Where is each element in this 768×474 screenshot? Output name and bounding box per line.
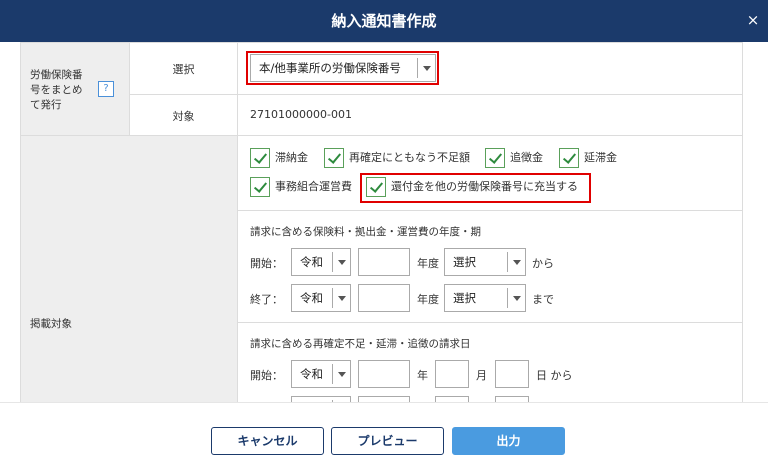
- output-button[interactable]: 出力: [452, 427, 565, 455]
- select-label: 選択: [172, 63, 195, 76]
- period-end-label: 終了：: [250, 293, 283, 306]
- checkbox-arrears-label: 滞納金: [275, 151, 308, 164]
- period-section-title: 請求に含める保険料・拠出金・運営費の年度・期: [250, 226, 481, 238]
- checkmark-icon: [559, 148, 579, 168]
- date-start-day-input[interactable]: [495, 360, 529, 388]
- period-start-term-value: 選択: [453, 255, 476, 269]
- group-bulk-issue-label-line1: 労働保険番: [30, 69, 83, 81]
- content-checkbox-cell: 滞納金 再確定にともなう不足額 追徴金 延滞金 事務組合運営費 還付金を他の労働…: [237, 135, 743, 211]
- checkbox-additional-collection-label: 追徴金: [510, 151, 543, 164]
- date-start-day-suffix: 日 から: [536, 369, 573, 382]
- period-end-term-dropdown[interactable]: 選択: [444, 284, 526, 312]
- checkmark-icon: [250, 148, 270, 168]
- group-bulk-issue-label-line2: 号をまとめ: [30, 84, 83, 96]
- period-end-term-value: 選択: [453, 291, 476, 305]
- date-start-month-input[interactable]: [435, 360, 469, 388]
- period-end-year-input[interactable]: [358, 284, 410, 312]
- chevron-down-icon: [332, 288, 350, 308]
- group-bulk-issue-label-cell: 労働保険番 号をまとめ て発行 ?: [20, 42, 130, 136]
- date-section-title: 請求に含める再確定不足・延滞・追徴の請求日: [250, 338, 471, 350]
- period-section-cell: 請求に含める保険料・拠出金・運営費の年度・期 開始： 令和 年度 選択 から 終…: [237, 210, 743, 323]
- checkmark-icon: [250, 177, 270, 197]
- period-end-suffix: まで: [532, 293, 554, 306]
- help-icon[interactable]: ?: [98, 81, 114, 97]
- date-start-label: 開始：: [250, 369, 283, 382]
- group-bulk-issue-label-line3: て発行: [30, 99, 62, 111]
- date-start-year-input[interactable]: [358, 360, 410, 388]
- date-start-month-unit: 月: [476, 369, 487, 382]
- dialog-footer: キャンセル プレビュー 出力: [0, 402, 768, 474]
- checkbox-association-fee-label: 事務組合運営費: [275, 180, 352, 193]
- date-start-year-unit: 年: [417, 369, 428, 382]
- dialog-body: 労働保険番 号をまとめ て発行 ? 選択 本/他事業所の労働保険番号 対象 27…: [0, 42, 768, 402]
- chevron-down-icon: [332, 364, 350, 384]
- target-label: 対象: [172, 110, 195, 123]
- period-start-era-value: 令和: [300, 255, 323, 269]
- target-value-cell: 27101000000-001: [237, 94, 743, 136]
- chevron-down-icon: [332, 252, 350, 272]
- chevron-down-icon: [507, 288, 525, 308]
- period-start-year-unit: 年度: [417, 257, 439, 270]
- form-table: 労働保険番 号をまとめ て発行 ? 選択 本/他事業所の労働保険番号 対象 27…: [20, 42, 743, 402]
- group-content-label-cell: 掲載対象: [20, 135, 238, 402]
- period-start-suffix: から: [532, 257, 554, 270]
- highlight-box-refund: [360, 173, 591, 203]
- group-content-label: 掲載対象: [30, 318, 72, 330]
- period-start-term-dropdown[interactable]: 選択: [444, 248, 526, 276]
- checkbox-late-fee-label: 延滞金: [584, 151, 617, 164]
- period-end-year-unit: 年度: [417, 293, 439, 306]
- preview-button[interactable]: プレビュー: [331, 427, 444, 455]
- checkbox-reconfirm-shortage-label: 再確定にともなう不足額: [349, 151, 470, 164]
- select-value-cell: 本/他事業所の労働保険番号: [237, 42, 743, 95]
- select-label-cell: 選択: [129, 42, 238, 95]
- dialog-header: 納入通知書作成 ×: [0, 0, 768, 42]
- date-start-era-dropdown[interactable]: 令和: [291, 360, 351, 388]
- period-start-label: 開始：: [250, 257, 283, 270]
- dialog-title: 納入通知書作成: [331, 12, 437, 30]
- target-value: 27101000000-001: [250, 108, 352, 121]
- period-start-year-input[interactable]: [358, 248, 410, 276]
- date-section-cell: 請求に含める再確定不足・延滞・追徴の請求日 開始： 令和 年 月 日 から: [237, 322, 743, 402]
- close-icon[interactable]: ×: [744, 11, 762, 29]
- cancel-button[interactable]: キャンセル: [211, 427, 324, 455]
- period-start-era-dropdown[interactable]: 令和: [291, 248, 351, 276]
- date-start-era-value: 令和: [300, 367, 323, 381]
- checkmark-icon: [324, 148, 344, 168]
- highlight-box-dropdown: [246, 51, 439, 85]
- checkmark-icon: [485, 148, 505, 168]
- target-label-cell: 対象: [129, 94, 238, 136]
- period-end-era-value: 令和: [300, 291, 323, 305]
- chevron-down-icon: [507, 252, 525, 272]
- period-end-era-dropdown[interactable]: 令和: [291, 284, 351, 312]
